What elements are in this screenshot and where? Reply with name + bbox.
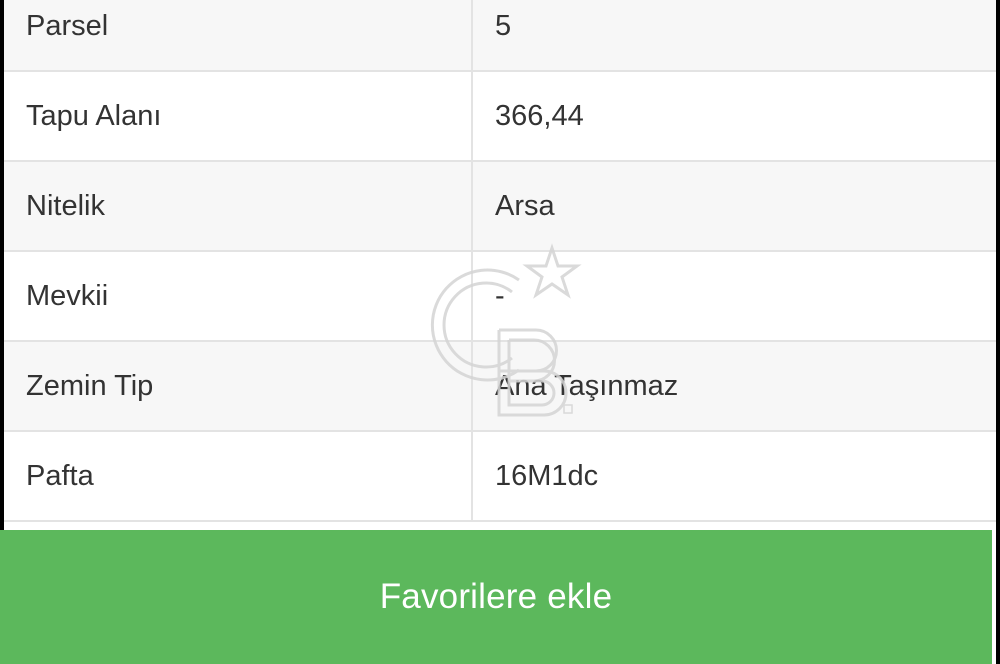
row-label-zemin-tip: Zemin Tip [4,342,473,430]
row-value-parsel: 5 [495,9,512,42]
row-label-mevkii: Mevkii [4,252,473,340]
row-value-mevkii: - [495,279,505,312]
table-row: Pafta 16M1dc [4,432,996,522]
row-label-nitelik: Nitelik [4,162,473,250]
screen: Parsel 5 Tapu Alanı 366,44 Nitelik Arsa … [0,0,1000,664]
row-value-pafta: 16M1dc [495,459,599,492]
add-to-favorites-button[interactable]: Favorilere ekle [0,530,992,664]
table-row: Nitelik Arsa [4,162,996,252]
row-value-zemin-tip: Ana Taşınmaz [495,369,679,402]
table-row: Zemin Tip Ana Taşınmaz [4,342,996,432]
table-row: Mevkii - [4,252,996,342]
row-label-tapu-alani: Tapu Alanı [4,72,473,160]
table-row: Tapu Alanı 366,44 [4,72,996,162]
add-to-favorites-label: Favorilere ekle [379,577,613,616]
row-label-pafta: Pafta [4,432,473,520]
row-label-parsel: Parsel [4,0,473,70]
table-row: Parsel 5 [4,0,996,72]
row-value-tapu-alani: 366,44 [495,99,584,132]
property-details-table: Parsel 5 Tapu Alanı 366,44 Nitelik Arsa … [4,0,996,522]
row-value-nitelik: Arsa [495,189,555,222]
